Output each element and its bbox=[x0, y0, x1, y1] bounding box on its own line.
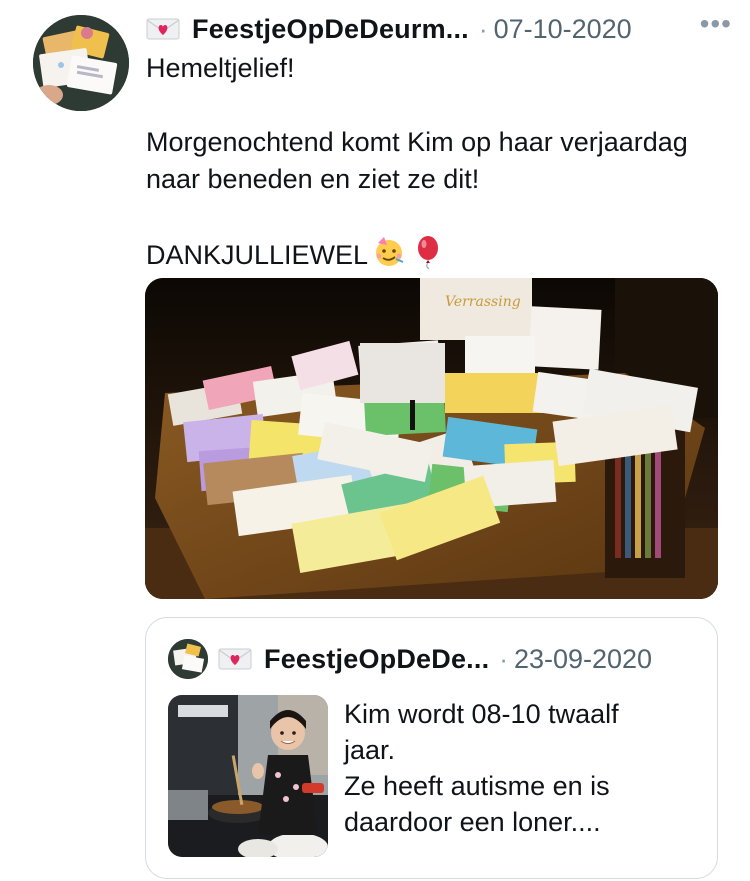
balloon-icon bbox=[410, 235, 444, 269]
love-letter-icon bbox=[218, 647, 252, 671]
display-name[interactable]: FeestjeOpDeDeurm... bbox=[192, 14, 469, 45]
more-options-icon[interactable]: ••• bbox=[700, 10, 732, 48]
tweet-header: FeestjeOpDeDeurm... · 07-10-2020 ••• bbox=[146, 10, 732, 48]
tweet-photo[interactable]: Verrassing bbox=[145, 278, 718, 599]
tweet-line bbox=[146, 198, 726, 235]
quoted-text-line: Ze heeft autisme en is bbox=[344, 771, 610, 801]
quoted-text: Kim wordt 08-10 twaalf jaar. Ze heeft au… bbox=[344, 696, 684, 840]
separator-dot: · bbox=[499, 643, 508, 674]
quoted-avatar[interactable] bbox=[168, 639, 208, 679]
love-letter-icon bbox=[146, 17, 180, 41]
tweet-text: Hemeltjelief! Morgenochtend komt Kim op … bbox=[146, 50, 726, 274]
quoted-date[interactable]: 23-09-2020 bbox=[514, 644, 652, 675]
separator-dot: · bbox=[478, 13, 488, 44]
quoted-header: FeestjeOpDeDe... · 23-09-2020 bbox=[218, 642, 652, 676]
quoted-text-line: jaar. bbox=[344, 735, 396, 765]
partying-face-icon bbox=[372, 235, 406, 269]
quoted-text-line: daardoor een loner.... bbox=[344, 807, 601, 837]
tweet-line: Morgenochtend komt Kim op haar verjaarda… bbox=[146, 127, 688, 194]
quoted-photo[interactable] bbox=[168, 695, 328, 857]
tweet-line-thanks: DANKJULLIEWEL bbox=[146, 240, 369, 270]
quoted-display-name[interactable]: FeestjeOpDeDe... bbox=[264, 644, 489, 675]
tweet-line bbox=[146, 87, 726, 124]
tweet-date[interactable]: 07-10-2020 bbox=[494, 14, 632, 45]
tweet-line-last: DANKJULLIEWEL bbox=[146, 235, 726, 274]
quoted-text-line: Kim wordt 08-10 twaalf bbox=[344, 699, 619, 729]
photo-banner-text: Verrassing bbox=[445, 294, 521, 310]
tweet-line: Hemeltjelief! bbox=[146, 53, 295, 83]
quoted-tweet[interactable]: FeestjeOpDeDe... · 23-09-2020 Kim wordt … bbox=[145, 617, 718, 879]
avatar[interactable] bbox=[33, 15, 129, 111]
